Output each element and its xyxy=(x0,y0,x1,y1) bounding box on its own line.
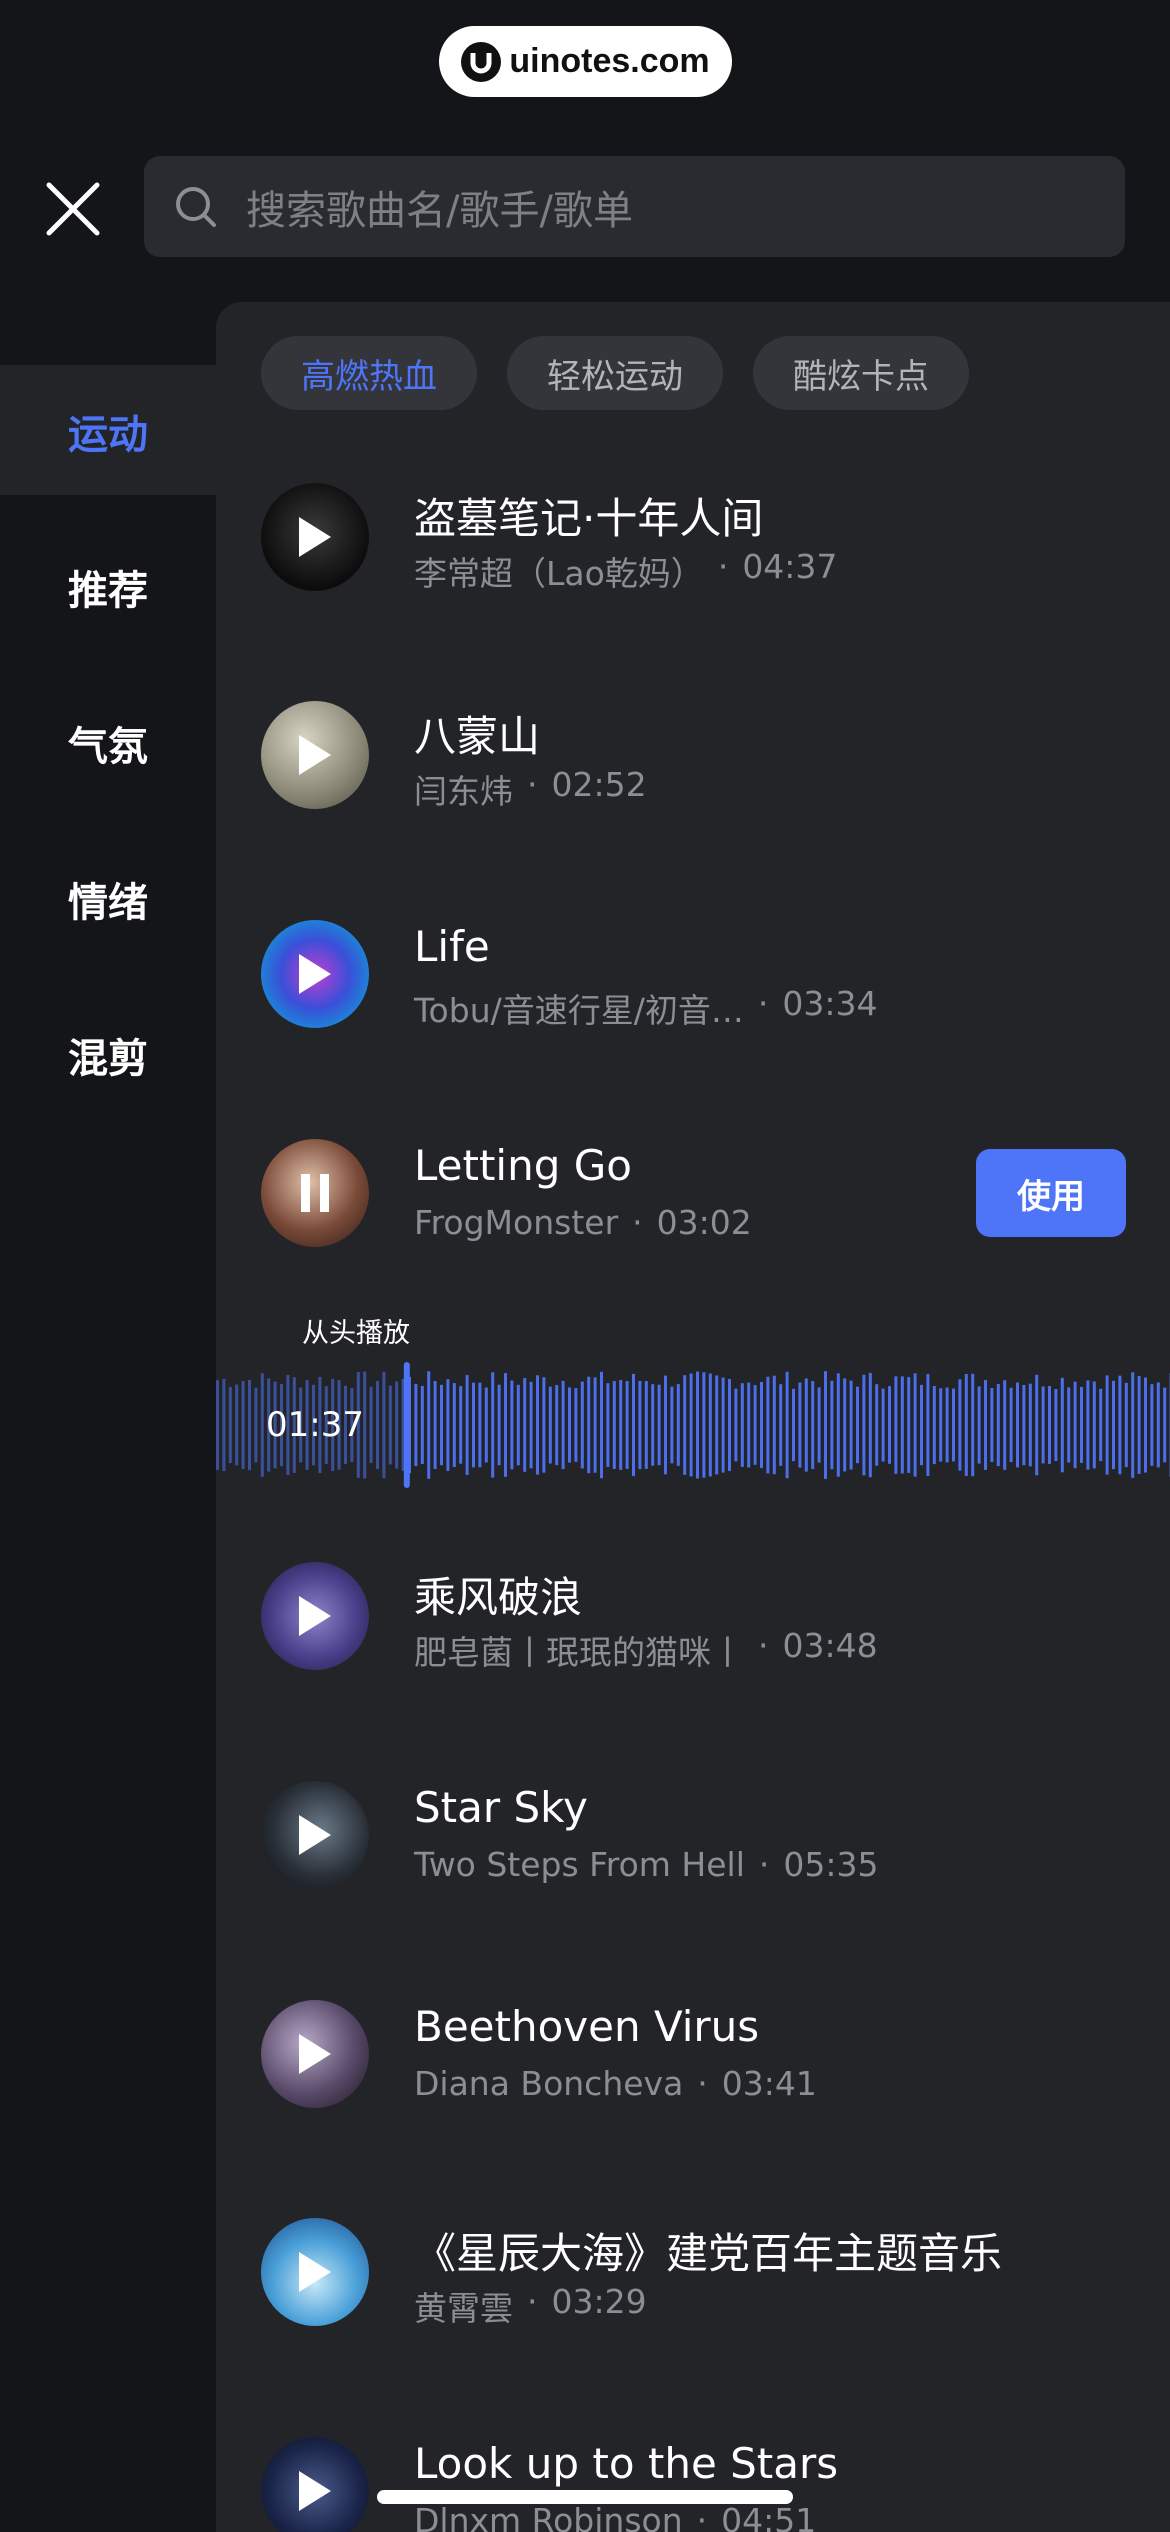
song-meta: FrogMonster · 03:02 xyxy=(414,1203,752,1242)
replay-from-start-button[interactable]: 从头播放 xyxy=(302,1311,410,1350)
song-item-playing[interactable]: Letting Go FrogMonster · 03:02 使用 xyxy=(261,1139,1141,1249)
song-artist: 肥皂菌丨珉珉的猫咪丨 xyxy=(414,1633,744,1672)
song-artist: Two Steps From Hell xyxy=(414,1845,745,1884)
song-artist: 黄霄雲 xyxy=(414,2289,513,2328)
song-meta: Tobu/音速行星/初音… · 03:34 xyxy=(414,984,878,1030)
subcategory-tabs: 高燃热血 轻松运动 酷炫卡点 xyxy=(261,336,969,410)
song-artist: Tobu/音速行星/初音… xyxy=(414,991,744,1030)
album-cover xyxy=(261,1781,369,1889)
play-icon xyxy=(299,517,331,557)
uinotes-logo-icon xyxy=(461,41,502,82)
category-emotion[interactable]: 情绪 xyxy=(0,870,216,928)
home-indicator xyxy=(377,2490,793,2504)
play-icon xyxy=(299,735,331,775)
album-cover xyxy=(261,920,369,1028)
song-duration: 02:52 xyxy=(551,765,647,804)
song-artist: Diana Boncheva xyxy=(414,2064,684,2103)
song-item[interactable]: 八蒙山 闫东炜 · 02:52 xyxy=(261,701,1141,811)
song-item[interactable]: Look up to the Stars Dlnxm Robinson · 04:5… xyxy=(261,2437,1141,2532)
song-duration: 03:29 xyxy=(551,2282,647,2321)
song-item[interactable]: Beethoven Virus Diana Boncheva · 03:41 xyxy=(261,2000,1141,2110)
song-item[interactable]: 乘风破浪 肥皂菌丨珉珉的猫咪丨 · 03:48 xyxy=(261,1562,1141,1672)
album-cover xyxy=(261,2000,369,2108)
song-meta: Diana Boncheva · 03:41 xyxy=(414,2064,817,2103)
chip-high-energy[interactable]: 高燃热血 xyxy=(261,336,477,410)
use-button[interactable]: 使用 xyxy=(976,1149,1126,1237)
song-item[interactable]: 《星辰大海》建党百年主题音乐 黄霄雲 · 03:29 xyxy=(261,2218,1141,2328)
song-meta: 黄霄雲 · 03:29 xyxy=(414,2282,647,2328)
song-meta: 李常超（Lao乾妈） · 04:37 xyxy=(414,547,838,593)
song-duration: 04:51 xyxy=(721,2501,817,2532)
search-input[interactable]: 搜索歌曲名/歌手/歌单 xyxy=(144,156,1125,257)
watermark-badge: uinotes.com xyxy=(439,26,732,97)
album-cover xyxy=(261,2437,369,2532)
play-icon xyxy=(299,954,331,994)
song-title: Star Sky xyxy=(414,1783,588,1832)
song-title: 八蒙山 xyxy=(414,712,541,761)
song-artist: 李常超（Lao乾妈） xyxy=(414,554,704,593)
song-artist: Dlnxm Robinson xyxy=(414,2501,683,2532)
pause-icon xyxy=(301,1174,329,1212)
song-item[interactable]: 盗墓笔记·十年人间 李常超（Lao乾妈） · 04:37 xyxy=(261,483,1141,593)
song-artist: 闫东炜 xyxy=(414,772,513,811)
album-cover xyxy=(261,2218,369,2326)
song-meta: 闫东炜 · 02:52 xyxy=(414,765,647,811)
song-title: Life xyxy=(414,922,490,971)
album-cover xyxy=(261,701,369,809)
song-duration: 03:02 xyxy=(656,1203,752,1242)
song-artist: FrogMonster xyxy=(414,1203,619,1242)
song-item[interactable]: Life Tobu/音速行星/初音… · 03:34 xyxy=(261,920,1141,1030)
song-meta: Two Steps From Hell · 05:35 xyxy=(414,1845,879,1884)
song-duration: 03:41 xyxy=(721,2064,817,2103)
chip-light-exercise[interactable]: 轻松运动 xyxy=(507,336,723,410)
category-sports[interactable]: 运动 xyxy=(0,402,216,460)
song-title: Letting Go xyxy=(414,1141,632,1190)
song-title: 盗墓笔记·十年人间 xyxy=(414,494,764,543)
album-cover xyxy=(261,1562,369,1670)
category-remix[interactable]: 混剪 xyxy=(0,1026,216,1084)
play-icon xyxy=(299,1596,331,1636)
song-title: 《星辰大海》建党百年主题音乐 xyxy=(414,2229,1003,2278)
category-atmosphere[interactable]: 气氛 xyxy=(0,714,216,772)
song-duration: 05:35 xyxy=(783,1845,879,1884)
song-duration: 04:37 xyxy=(742,547,838,586)
song-title: Look up to the Stars xyxy=(414,2439,839,2488)
album-cover xyxy=(261,483,369,591)
song-meta: 肥皂菌丨珉珉的猫咪丨 · 03:48 xyxy=(414,1626,878,1672)
song-duration: 03:34 xyxy=(782,984,878,1023)
song-title: 乘风破浪 xyxy=(414,1573,583,1622)
song-duration: 03:48 xyxy=(782,1626,878,1665)
search-icon xyxy=(176,186,216,227)
song-meta: Dlnxm Robinson · 04:51 xyxy=(414,2501,816,2532)
chip-cool-beat[interactable]: 酷炫卡点 xyxy=(753,336,969,410)
current-time: 01:37 xyxy=(266,1405,364,1445)
play-icon xyxy=(299,1815,331,1855)
play-icon xyxy=(299,2034,331,2074)
play-icon xyxy=(299,2252,331,2292)
album-cover xyxy=(261,1139,369,1247)
search-placeholder: 搜索歌曲名/歌手/歌单 xyxy=(246,187,633,234)
category-recommended[interactable]: 推荐 xyxy=(0,558,216,616)
close-button[interactable] xyxy=(44,180,102,238)
song-item[interactable]: Star Sky Two Steps From Hell · 05:35 xyxy=(261,1781,1141,1891)
song-title: Beethoven Virus xyxy=(414,2002,760,2051)
playhead-cursor[interactable] xyxy=(403,1362,410,1488)
watermark-text: uinotes.com xyxy=(509,42,710,80)
play-icon xyxy=(299,2471,331,2511)
close-icon xyxy=(46,182,100,236)
